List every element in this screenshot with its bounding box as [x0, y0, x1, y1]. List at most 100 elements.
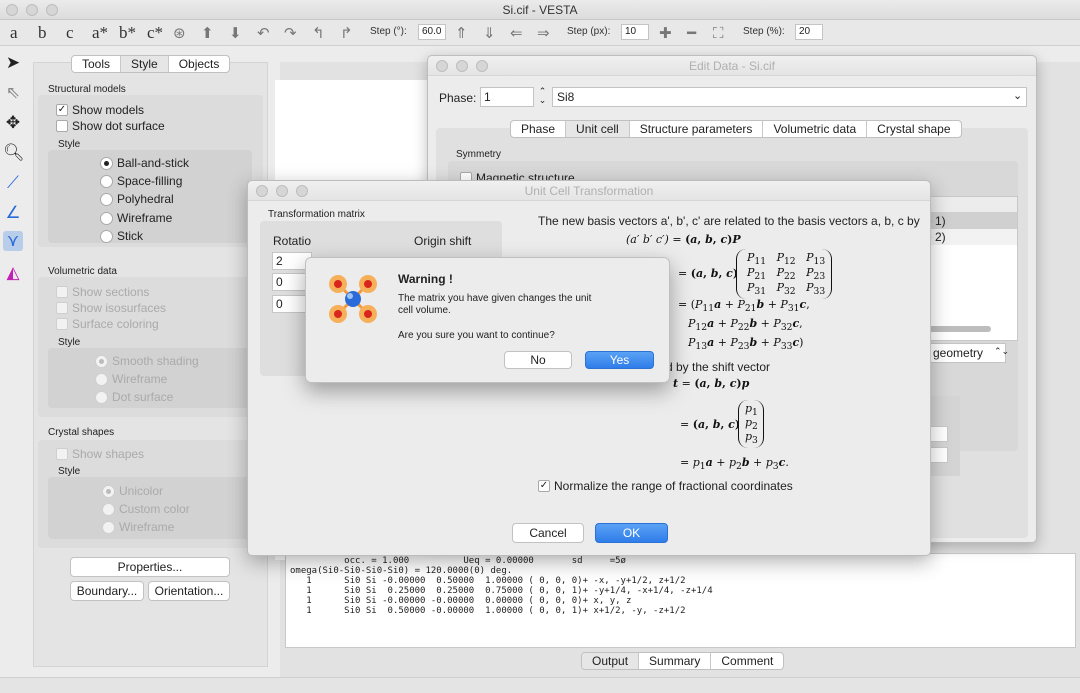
- zoom-in-icon[interactable]: ✚: [659, 24, 672, 42]
- phase-name-select[interactable]: Si8: [552, 87, 1027, 107]
- move-left-icon[interactable]: ⇐: [510, 24, 523, 42]
- yes-button[interactable]: Yes: [585, 351, 654, 369]
- transformation-intro-text: The new basis vectors a', b', c' are rel…: [538, 214, 920, 228]
- step-deg-input[interactable]: 60.0: [418, 24, 446, 40]
- show-sections-checkbox[interactable]: Show sections: [56, 285, 149, 299]
- output-line: 1 Si0 Si 0.50000 -0.00000 1.00000 ( 0, 0…: [290, 606, 686, 616]
- tab-summary[interactable]: Summary: [639, 653, 712, 669]
- step-pct-input[interactable]: 20: [795, 24, 823, 40]
- warning-question: Are you sure you want to continue?: [398, 330, 555, 341]
- move-right-icon[interactable]: ⇒: [537, 24, 550, 42]
- distance-tool-icon[interactable]: ⟋: [3, 173, 23, 193]
- smooth-shading-radio[interactable]: Smooth shading: [95, 354, 199, 368]
- edit-data-title-bar: Edit Data - Si.cif: [428, 56, 1036, 76]
- tab-output[interactable]: Output: [582, 653, 640, 669]
- fit-to-screen-icon[interactable]: ⛶: [713, 24, 724, 42]
- tab-objects[interactable]: Objects: [169, 56, 230, 72]
- plane-tool-icon[interactable]: ◭: [3, 263, 23, 283]
- show-isosurfaces-checkbox[interactable]: Show isosurfaces: [56, 301, 166, 315]
- crystal-wireframe-radio[interactable]: Wireframe: [102, 520, 174, 534]
- boundary-button[interactable]: Boundary...: [70, 581, 144, 601]
- equation-line-8: = p1a + p2b + p3c.: [680, 456, 789, 473]
- rotate-down-icon[interactable]: ⬇: [229, 24, 242, 42]
- standard-orientation-icon[interactable]: ⊛: [173, 24, 186, 42]
- view-along-b-button[interactable]: b: [38, 23, 47, 43]
- view-along-b-star-button[interactable]: b*: [119, 23, 136, 43]
- lattice-input[interactable]: [928, 447, 948, 463]
- move-down-icon[interactable]: ⇓: [483, 24, 496, 42]
- rotate-left-icon[interactable]: ↶: [257, 24, 270, 42]
- surface-coloring-checkbox[interactable]: Surface coloring: [56, 317, 159, 331]
- phase-label: Phase:: [439, 91, 477, 105]
- list-item[interactable]: e 2): [919, 229, 1017, 245]
- magnify-tool-icon[interactable]: 🔍︎: [3, 143, 25, 163]
- tab-structure-parameters[interactable]: Structure parameters: [630, 121, 764, 137]
- tab-crystal-shape[interactable]: Crystal shape: [867, 121, 960, 137]
- symmetry-list[interactable]: e 1) e 2): [918, 196, 1018, 341]
- rotate-right-icon[interactable]: ↷: [284, 24, 297, 42]
- rotate-tool-icon[interactable]: ⇖: [3, 83, 23, 103]
- select-tool-icon[interactable]: ➤: [3, 53, 23, 73]
- step-px-input[interactable]: 10: [621, 24, 649, 40]
- app-title-bar: Si.cif - VESTA: [0, 0, 1080, 20]
- transformation-matrix-label: Transformation matrix: [268, 209, 365, 220]
- tab-comment[interactable]: Comment: [711, 653, 783, 669]
- equation-line-2: = (a, b, c): [678, 267, 739, 280]
- tab-phase[interactable]: Phase: [511, 121, 567, 137]
- show-models-checkbox[interactable]: ✓ Show models: [56, 103, 144, 117]
- style-stick-radio[interactable]: Stick: [100, 229, 143, 243]
- orientation-button[interactable]: Orientation...: [148, 581, 230, 601]
- left-tool-column: ➤ ⇖ ✥ 🔍︎ ⟋ ∠ ⋎ ◭: [0, 47, 26, 677]
- warning-title: Warning !: [398, 272, 453, 286]
- rotate-ccw-icon[interactable]: ↰: [312, 24, 325, 42]
- move-up-icon[interactable]: ⇑: [455, 24, 468, 42]
- normalize-checkbox[interactable]: ✓ Normalize the range of fractional coord…: [538, 479, 793, 493]
- show-shapes-checkbox[interactable]: Show shapes: [56, 447, 144, 461]
- translate-tool-icon[interactable]: ✥: [3, 113, 23, 133]
- stepper-icon: ⌃⌄: [994, 346, 1010, 356]
- rotate-up-icon[interactable]: ⬆: [201, 24, 214, 42]
- tab-volumetric-data[interactable]: Volumetric data: [763, 121, 868, 137]
- output-line: occ. = 1.000 Ueq = 0.00000 sd =5ø: [290, 556, 626, 566]
- zoom-out-icon[interactable]: ━: [687, 24, 696, 42]
- view-along-c-star-button[interactable]: c*: [147, 23, 163, 43]
- horizontal-scrollbar[interactable]: [929, 326, 991, 332]
- tab-style[interactable]: Style: [121, 56, 169, 72]
- tab-unit-cell[interactable]: Unit cell: [566, 121, 630, 137]
- equation-line-1: (a′ b′ c′) = (a, b, c)P: [626, 233, 741, 246]
- style-ball-and-stick-radio[interactable]: Ball-and-stick: [100, 156, 189, 170]
- dot-surface-radio[interactable]: Dot surface: [95, 390, 173, 404]
- no-button[interactable]: No: [504, 351, 572, 369]
- angle-tool-icon[interactable]: ∠: [3, 203, 23, 223]
- symmetry-label: Symmetry: [456, 149, 501, 160]
- view-along-a-star-button[interactable]: a*: [92, 23, 108, 43]
- unicolor-radio[interactable]: Unicolor: [102, 484, 163, 498]
- dihedral-tool-icon[interactable]: ⋎: [3, 231, 23, 251]
- output-text-area[interactable]: occ. = 1.000 Ueq = 0.00000 sd =5ø omega(S…: [285, 553, 1076, 648]
- properties-button[interactable]: Properties...: [70, 557, 230, 577]
- matrix-p-row: P11 P12 P13: [747, 251, 826, 268]
- show-dot-surface-checkbox[interactable]: Show dot surface: [56, 119, 165, 133]
- view-along-c-button[interactable]: c: [66, 23, 74, 43]
- output-line: omega(Si0-Si0-Si0-Si0) = 120.0000(0) deg…: [290, 566, 513, 576]
- volumetric-wireframe-radio[interactable]: Wireframe: [95, 372, 167, 386]
- view-along-a-button[interactable]: a: [10, 23, 18, 43]
- custom-color-radio[interactable]: Custom color: [102, 502, 190, 516]
- phase-input[interactable]: 1: [480, 87, 534, 107]
- style-space-filling-radio[interactable]: Space-filling: [100, 174, 182, 188]
- list-item[interactable]: e 1): [919, 213, 1017, 229]
- side-panel: Tools Style Objects Structural models ✓ S…: [33, 55, 268, 667]
- matrix-p-row: P21 P22 P23: [747, 266, 826, 283]
- step-pct-label: Step (%):: [743, 26, 785, 37]
- cancel-button[interactable]: Cancel: [512, 523, 584, 543]
- structural-models-heading: Structural models: [48, 84, 126, 95]
- style-wireframe-radio[interactable]: Wireframe: [100, 211, 172, 225]
- symmetry-list-header: [919, 197, 1017, 213]
- lattice-input[interactable]: [928, 426, 948, 442]
- phase-stepper-icon[interactable]: ⌃ ⌄: [537, 87, 548, 107]
- style-polyhedral-radio[interactable]: Polyhedral: [100, 192, 174, 206]
- rotate-cw-icon[interactable]: ↱: [340, 24, 353, 42]
- ok-button[interactable]: OK: [595, 523, 668, 543]
- edit-data-title: Edit Data - Si.cif: [688, 59, 776, 73]
- tab-tools[interactable]: Tools: [72, 56, 122, 72]
